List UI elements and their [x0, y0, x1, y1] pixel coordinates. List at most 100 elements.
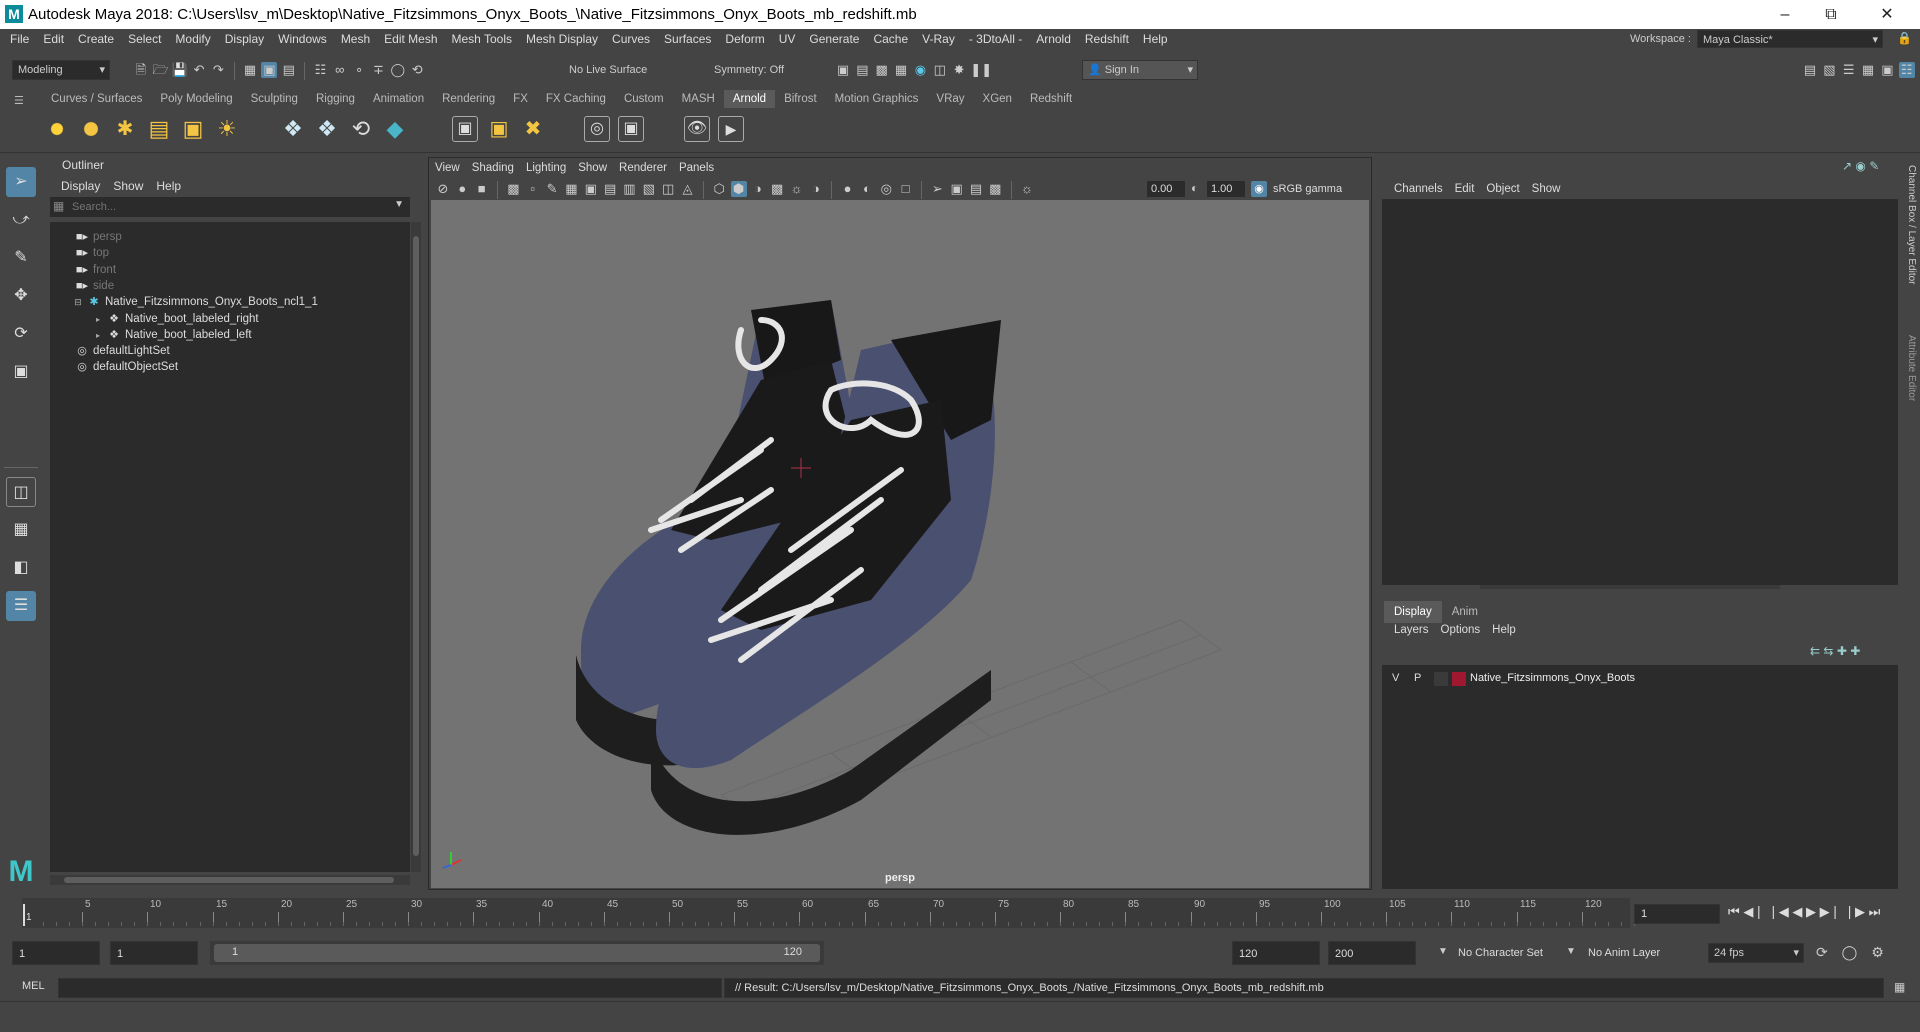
resolution-gate-icon[interactable]: ▤	[602, 181, 618, 197]
panel-splitter[interactable]	[1480, 585, 1780, 589]
outliner-vscrollbar[interactable]	[411, 222, 421, 872]
viewport-menu-view[interactable]: View	[429, 158, 466, 178]
photometric-light-icon[interactable]: ✱	[112, 116, 138, 142]
lasso-tool-icon[interactable]: ⤻	[6, 205, 36, 235]
command-input[interactable]	[58, 978, 722, 998]
outliner-search-input[interactable]	[72, 199, 372, 215]
chevron-down-icon[interactable]: ▼	[1566, 946, 1576, 957]
move-tool-icon[interactable]: ✥	[6, 281, 36, 311]
preferences-icon[interactable]: ⚙	[1871, 944, 1884, 960]
render-sequence-icon[interactable]: ▤	[854, 62, 870, 78]
render-magic-icon[interactable]: ✸	[951, 62, 967, 78]
move-layer-up-icon[interactable]: ⇇	[1810, 644, 1820, 658]
film-gate-icon[interactable]: ▣	[583, 181, 599, 197]
close-button[interactable]: ✕	[1864, 0, 1910, 29]
minimize-button[interactable]: –	[1762, 0, 1808, 29]
shelf-tab-arnold[interactable]: Arnold	[723, 90, 776, 108]
script-editor-icon[interactable]: ▦	[1894, 980, 1905, 994]
viewport-menu-renderer[interactable]: Renderer	[613, 158, 673, 178]
menu-file[interactable]: File	[3, 29, 36, 49]
current-time-marker[interactable]	[23, 904, 25, 926]
use-all-lights-icon[interactable]: ☼	[789, 181, 805, 197]
shelf-tab-sculpting[interactable]: Sculpting	[242, 90, 307, 108]
attribute-editor-icon[interactable]: ☰	[1841, 62, 1857, 78]
time-ruler[interactable]: 1 5 10 15 20 25 30 35 40 45 50 55 60 65 70 75 80 85 90 95 1…	[22, 898, 1635, 928]
anim-layer-dropdown[interactable]: No Anim Layer	[1588, 941, 1660, 965]
maya-m-logo-icon[interactable]: M	[6, 857, 36, 887]
depth-of-field-icon[interactable]: □	[898, 181, 914, 197]
export-standin-icon[interactable]: ❖	[314, 116, 340, 142]
outliner-layout-icon[interactable]: ☰	[6, 591, 36, 621]
channel-menu-channels[interactable]: Channels	[1388, 179, 1449, 199]
layer-editor-icon[interactable]: ☷	[1898, 62, 1915, 78]
exposure-field[interactable]: 0.00	[1147, 181, 1185, 197]
persp-outliner-layout-icon[interactable]: ◧	[6, 553, 36, 583]
lock-icon[interactable]: 🔒	[1897, 31, 1912, 45]
render-settings-icon[interactable]: ▦	[893, 62, 909, 78]
menu-edit-mesh[interactable]: Edit Mesh	[377, 29, 444, 49]
character-controls-icon[interactable]: ▧	[1821, 62, 1837, 78]
layer-menu-options[interactable]: Options	[1435, 620, 1487, 640]
viewport-menu-lighting[interactable]: Lighting	[520, 158, 572, 178]
chevron-down-icon[interactable]: ▼	[394, 199, 404, 210]
step-back-key-icon[interactable]: ❘◀	[1768, 904, 1789, 919]
step-back-icon[interactable]: ◀❘	[1743, 904, 1764, 919]
playback-end-field[interactable]: 120	[1232, 941, 1320, 965]
collapse-icon[interactable]: ⊟	[70, 292, 86, 312]
modeling-toolkit-icon[interactable]: ▤	[1802, 62, 1818, 78]
paint-select-tool-icon[interactable]: ✎	[6, 243, 36, 273]
tool-settings-toggle-icon[interactable]: ✎	[1869, 159, 1879, 173]
shelf-tab-vray[interactable]: VRay	[927, 90, 973, 108]
screen-space-ao-icon[interactable]: ●	[840, 181, 856, 197]
flush-texture-icon[interactable]: ▣	[452, 116, 478, 142]
snap-surface-icon[interactable]: ∓	[370, 62, 386, 78]
outliner-hscrollbar[interactable]	[50, 875, 410, 885]
ipr-render-icon[interactable]: ▩	[874, 62, 890, 78]
pause-icon[interactable]: ❚❚	[970, 62, 992, 78]
hypershade-icon[interactable]: ◉	[912, 62, 928, 78]
save-scene-icon[interactable]: 💾	[172, 62, 188, 78]
shelf-menu-icon[interactable]: ☰	[14, 94, 26, 107]
volume-icon[interactable]: ⟲	[348, 116, 374, 142]
current-frame-field[interactable]: 1	[1634, 904, 1720, 924]
undo-icon[interactable]: ↶	[191, 62, 207, 78]
menu-mesh[interactable]: Mesh	[334, 29, 377, 49]
light-portal-icon[interactable]: ▣	[180, 116, 206, 142]
play-forward-icon[interactable]: ▶	[1806, 904, 1816, 919]
shelf-tab-fx[interactable]: FX	[504, 90, 537, 108]
menu-generate[interactable]: Generate	[802, 29, 866, 49]
render-icon[interactable]: ▶	[718, 116, 744, 142]
outliner-menu-display[interactable]: Display	[56, 176, 108, 196]
play-backward-icon[interactable]: ◀	[1792, 904, 1802, 919]
channel-box-toggle-icon[interactable]: ↗	[1842, 159, 1852, 173]
shelf-tab-poly-modeling[interactable]: Poly Modeling	[151, 90, 241, 108]
restore-button[interactable]: ⧉	[1808, 0, 1854, 29]
select-tool-icon[interactable]: ➢	[6, 167, 36, 197]
camera-select-icon[interactable]: ⊘	[435, 181, 451, 197]
xray-icon[interactable]: ▣	[949, 181, 965, 197]
layer-playback-toggle[interactable]: P	[1414, 672, 1421, 684]
menu-v-ray[interactable]: V-Ray	[915, 29, 962, 49]
layer-visibility-toggle[interactable]: V	[1392, 672, 1399, 684]
shelf-tab-custom[interactable]: Custom	[615, 90, 673, 108]
tx-manager-icon[interactable]: ◎	[584, 116, 610, 142]
viewport-menu-panels[interactable]: Panels	[673, 158, 720, 178]
channel-box-area[interactable]	[1382, 199, 1898, 585]
mesh-light-icon[interactable]	[78, 116, 104, 142]
shelf-tab-mash[interactable]: MASH	[673, 90, 724, 108]
range-slider-track[interactable]: 1 120	[210, 941, 824, 965]
start-frame-field[interactable]: 1	[12, 941, 100, 965]
field-chart-icon[interactable]: ▧	[641, 181, 657, 197]
tool-settings-icon[interactable]: ▦	[1860, 62, 1876, 78]
attribute-toggle-icon[interactable]: ◉	[1855, 159, 1865, 173]
go-to-start-icon[interactable]: ⏮	[1728, 904, 1740, 919]
rotate-tool-icon[interactable]: ⟳	[6, 319, 36, 349]
motion-blur-icon[interactable]: ◐	[859, 181, 875, 197]
viewport-menu-show[interactable]: Show	[572, 158, 613, 178]
exposure-icon[interactable]: ☼	[1019, 181, 1035, 197]
viewport-menu-shading[interactable]: Shading	[466, 158, 520, 178]
license-manager-icon[interactable]: ▣	[618, 116, 644, 142]
shadows-icon[interactable]: ◑	[808, 181, 824, 197]
textured-icon[interactable]: ▩	[769, 181, 785, 197]
color-management-icon[interactable]: ◉	[1251, 181, 1267, 197]
